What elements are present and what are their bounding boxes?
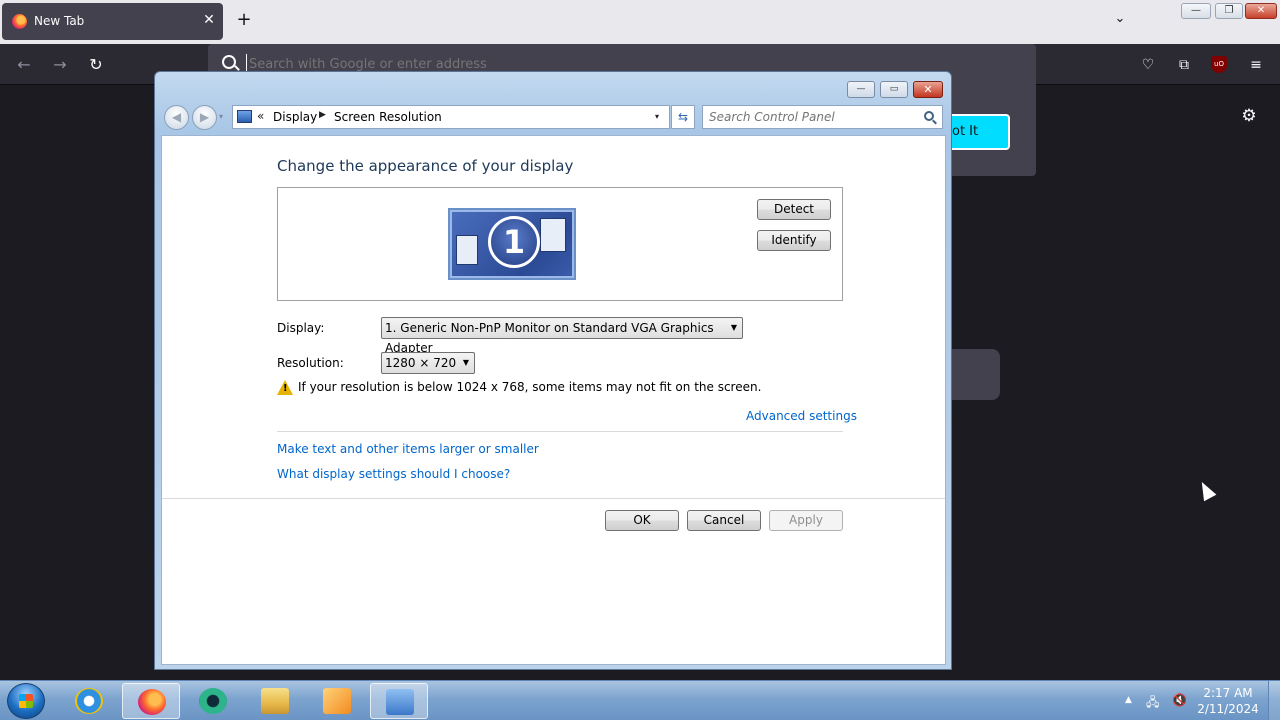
network-icon[interactable]: 🖧 (1146, 693, 1162, 709)
breadcrumb-overflow[interactable]: « (257, 109, 264, 123)
show-hidden-icons-button[interactable]: ▲ (1125, 695, 1132, 705)
taskbar-firefox[interactable] (122, 683, 180, 719)
browser-tab-bar: New Tab ✕ + ⌄ — ❐ ✕ (0, 0, 1280, 44)
divider (277, 431, 843, 432)
warning-icon (277, 380, 293, 395)
page-title: Change the appearance of your display (277, 157, 574, 175)
window-thumbnail (540, 218, 566, 252)
display-select-value: 1. Generic Non-PnP Monitor on Standard V… (385, 321, 714, 355)
display-label: Display: (277, 321, 325, 335)
app-icon (199, 688, 227, 714)
content-pane: Change the appearance of your display 1 … (161, 135, 946, 665)
new-tab-button[interactable]: + (234, 10, 254, 30)
clock-date: 2/11/2024 (1197, 702, 1259, 716)
recent-pages-dropdown[interactable]: ▾ (219, 112, 223, 121)
forward-arrow-icon[interactable]: → (49, 54, 71, 76)
browser-close-button[interactable]: ✕ (1245, 3, 1277, 19)
firefox-icon (12, 14, 27, 29)
cp-maximize-button[interactable]: ▭ (880, 81, 908, 98)
clock[interactable]: 2:17 AM 2/11/2024 (1192, 685, 1264, 717)
back-button[interactable]: ◀ (164, 105, 189, 130)
tab-close-icon[interactable]: ✕ (200, 10, 218, 30)
breadcrumb-display[interactable]: Display (273, 110, 317, 124)
search-control-panel-input[interactable] (709, 109, 914, 125)
resolution-label: Resolution: (277, 356, 344, 370)
show-desktop-button[interactable] (1268, 681, 1280, 720)
cancel-button[interactable]: Cancel (687, 510, 761, 531)
browser-minimize-button[interactable]: — (1181, 3, 1211, 19)
chevron-down-icon: ▼ (730, 323, 737, 332)
taskbar-control-panel[interactable] (370, 683, 428, 719)
detect-button[interactable]: Detect (757, 199, 831, 220)
start-button[interactable] (7, 683, 45, 719)
resolution-select[interactable]: 1280 × 720 ▼ (381, 352, 475, 374)
taskbar-media-player[interactable] (308, 683, 366, 719)
browser-tab-new-tab[interactable]: New Tab ✕ (2, 3, 223, 40)
folder-icon (261, 688, 289, 714)
taskbar-internet-explorer[interactable] (60, 683, 118, 719)
address-dropdown-icon[interactable]: ▾ (655, 112, 659, 121)
breadcrumb-separator-icon[interactable]: ▶ (319, 110, 326, 120)
shortcut-tile[interactable] (946, 349, 1000, 400)
search-box (702, 105, 943, 129)
identify-button[interactable]: Identify (757, 230, 831, 251)
monitor-1-icon[interactable]: 1 (448, 208, 576, 280)
menu-icon[interactable]: ≡ (1245, 54, 1267, 76)
forward-button[interactable]: ▶ (192, 105, 217, 130)
chevron-down-icon: ▼ (462, 358, 469, 367)
display-select[interactable]: 1. Generic Non-PnP Monitor on Standard V… (381, 317, 743, 355)
pocket-icon[interactable]: ♡ (1137, 54, 1159, 76)
tab-title: New Tab (34, 14, 85, 28)
taskbar-file-explorer[interactable] (246, 683, 304, 719)
window-thumbnail (456, 235, 478, 265)
resolution-warning: If your resolution is below 1024 x 768, … (298, 380, 762, 394)
advanced-settings-link[interactable]: Advanced settings (746, 409, 857, 423)
volume-muted-icon[interactable]: 🔇 (1172, 693, 1188, 707)
search-icon[interactable] (924, 111, 934, 121)
extensions-icon[interactable]: ⧉ (1173, 54, 1195, 76)
internet-explorer-icon (75, 688, 103, 714)
ublock-icon[interactable]: uO (1211, 56, 1227, 73)
firefox-icon (138, 689, 166, 715)
screen-resolution-window: — ▭ ✕ ◀ ▶ ▾ « Display ▶ Screen Resolutio… (154, 71, 952, 670)
taskbar-app-3[interactable] (184, 683, 242, 719)
control-panel-icon (237, 110, 252, 123)
refresh-button[interactable]: ⇆ (671, 105, 695, 129)
resolution-select-value: 1280 × 720 (385, 356, 457, 370)
taskbar: ▲ 🖧 🔇 2:17 AM 2/11/2024 (0, 680, 1280, 720)
tab-list-icon[interactable]: ⌄ (1110, 11, 1130, 31)
monitor-preview-area: 1 Detect Identify (277, 187, 843, 301)
apply-button[interactable]: Apply (769, 510, 843, 531)
address-bar[interactable]: « Display ▶ Screen Resolution ▾ (232, 105, 670, 129)
monitor-number: 1 (488, 216, 540, 268)
cp-close-button[interactable]: ✕ (913, 81, 943, 98)
divider (162, 498, 945, 499)
ok-button[interactable]: OK (605, 510, 679, 531)
mouse-cursor-icon (1195, 478, 1217, 502)
clock-time: 2:17 AM (1203, 686, 1253, 700)
reload-icon[interactable]: ↻ (85, 54, 107, 76)
cp-minimize-button[interactable]: — (847, 81, 875, 98)
text-size-link[interactable]: Make text and other items larger or smal… (277, 442, 539, 456)
breadcrumb-screen-resolution[interactable]: Screen Resolution (334, 110, 442, 124)
settings-gear-icon[interactable]: ⚙ (1238, 105, 1260, 127)
control-panel-icon (386, 689, 414, 715)
back-arrow-icon[interactable]: ← (13, 54, 35, 76)
browser-restore-button[interactable]: ❐ (1215, 3, 1243, 19)
media-player-icon (323, 688, 351, 714)
search-icon (222, 55, 236, 69)
display-settings-help-link[interactable]: What display settings should I choose? (277, 467, 510, 481)
